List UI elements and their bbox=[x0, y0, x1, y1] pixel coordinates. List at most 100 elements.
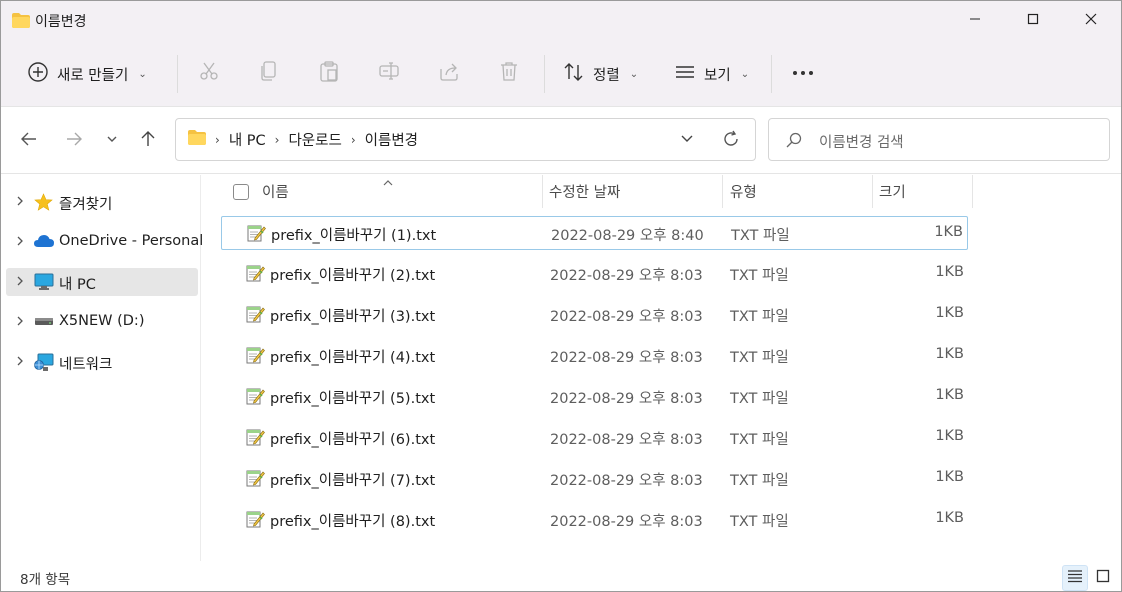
tiles-view-button[interactable] bbox=[1090, 565, 1116, 591]
sidebar-item-label: 즐겨찾기 bbox=[59, 197, 113, 213]
cut-button[interactable] bbox=[195, 59, 223, 87]
address-bar[interactable]: › 내 PC › 다운로드 › 이름변경 bbox=[175, 118, 756, 161]
file-size: 1KB bbox=[935, 510, 964, 526]
file-type: TXT 파일 bbox=[730, 473, 789, 489]
sidebar-item-onedrive[interactable]: OneDrive - Personal bbox=[6, 228, 203, 256]
navigation-bar: › 내 PC › 다운로드 › 이름변경 이름변경 검색 bbox=[1, 107, 1121, 174]
breadcrumb: › 내 PC › 다운로드 › 이름변경 bbox=[188, 119, 418, 160]
details-view-button[interactable] bbox=[1062, 565, 1088, 591]
breadcrumb-item[interactable]: 이름변경 bbox=[365, 129, 418, 150]
navigation-pane: 즐겨찾기 OneDrive - Personal 내 PC X5NEW (D:)… bbox=[1, 175, 203, 561]
view-list-icon bbox=[674, 61, 696, 87]
maximize-button[interactable] bbox=[1004, 1, 1062, 41]
file-row[interactable]: prefix_이름바꾸기 (2).txt 2022-08-29 오후 8:03 TX… bbox=[221, 257, 968, 291]
file-row[interactable]: prefix_이름바꾸기 (3).txt 2022-08-29 오후 8:03 TX… bbox=[221, 298, 968, 332]
recent-locations-button[interactable] bbox=[96, 125, 128, 157]
chevron-down-icon: ⌄ bbox=[629, 68, 639, 80]
file-row[interactable]: prefix_이름바꾸기 (1).txt 2022-08-29 오후 8:40 TX… bbox=[221, 216, 968, 250]
copy-button[interactable] bbox=[255, 59, 283, 87]
file-name: prefix_이름바꾸기 (2).txt bbox=[270, 268, 436, 284]
close-icon bbox=[1085, 13, 1097, 29]
search-placeholder: 이름변경 검색 bbox=[819, 135, 904, 151]
refresh-icon[interactable] bbox=[721, 129, 741, 153]
forward-button[interactable] bbox=[58, 125, 90, 157]
file-list: 이름 수정한 날짜 유형 크기 prefix_이름바꾸기 (1).txt 2022… bbox=[201, 175, 1121, 561]
chevron-right-icon[interactable] bbox=[14, 235, 26, 251]
maximize-icon bbox=[1027, 13, 1039, 29]
file-name: prefix_이름바꾸기 (7).txt bbox=[270, 473, 436, 489]
new-button[interactable]: 새로 만들기 ⌄ bbox=[27, 55, 147, 93]
paste-button[interactable] bbox=[315, 59, 343, 87]
more-button[interactable] bbox=[789, 59, 817, 87]
file-name: prefix_이름바꾸기 (3).txt bbox=[270, 309, 436, 325]
close-button[interactable] bbox=[1062, 1, 1120, 41]
column-header-type[interactable]: 유형 bbox=[730, 175, 757, 208]
file-size: 1KB bbox=[935, 428, 964, 444]
up-button[interactable] bbox=[132, 125, 164, 157]
file-row[interactable]: prefix_이름바꾸기 (7).txt 2022-08-29 오후 8:03 TX… bbox=[221, 462, 968, 496]
minimize-icon bbox=[969, 13, 981, 29]
file-size: 1KB bbox=[935, 305, 964, 321]
status-bar: 8개 항목 bbox=[1, 561, 1121, 591]
rename-icon bbox=[378, 60, 400, 86]
file-date: 2022-08-29 오후 8:40 bbox=[551, 228, 704, 244]
folder-icon bbox=[12, 13, 30, 32]
file-row[interactable]: prefix_이름바꾸기 (8).txt 2022-08-29 오후 8:03 TX… bbox=[221, 503, 968, 537]
rename-button[interactable] bbox=[375, 59, 403, 87]
column-header-name[interactable]: 이름 bbox=[262, 175, 289, 208]
tiles-view-icon bbox=[1096, 569, 1110, 587]
chevron-right-icon: › bbox=[350, 132, 356, 147]
address-dropdown-icon[interactable] bbox=[679, 130, 695, 150]
file-name: prefix_이름바꾸기 (4).txt bbox=[270, 350, 436, 366]
sidebar-item-label: 내 PC bbox=[59, 277, 96, 293]
file-size: 1KB bbox=[935, 469, 964, 485]
chevron-right-icon[interactable] bbox=[14, 355, 26, 371]
breadcrumb-item[interactable]: 다운로드 bbox=[288, 129, 341, 150]
text-file-icon bbox=[245, 468, 265, 492]
column-header-size[interactable]: 크기 bbox=[879, 175, 906, 208]
view-button[interactable]: 보기 ⌄ bbox=[674, 55, 749, 93]
sidebar-item-favorites[interactable]: 즐겨찾기 bbox=[6, 188, 198, 216]
back-button[interactable] bbox=[13, 125, 45, 157]
chevron-down-icon bbox=[106, 133, 118, 149]
drive-icon bbox=[34, 313, 54, 333]
file-row[interactable]: prefix_이름바꾸기 (5).txt 2022-08-29 오후 8:03 TX… bbox=[221, 380, 968, 414]
text-file-icon bbox=[245, 386, 265, 410]
sidebar-item-drive-d[interactable]: X5NEW (D:) bbox=[6, 308, 198, 336]
sidebar-item-label: OneDrive - Personal bbox=[59, 233, 204, 249]
chevron-right-icon[interactable] bbox=[14, 315, 26, 331]
file-row[interactable]: prefix_이름바꾸기 (6).txt 2022-08-29 오후 8:03 TX… bbox=[221, 421, 968, 455]
file-date: 2022-08-29 오후 8:03 bbox=[550, 514, 703, 530]
paste-icon bbox=[318, 60, 340, 86]
sort-icon bbox=[563, 61, 585, 87]
share-button[interactable] bbox=[435, 59, 463, 87]
sidebar-item-network[interactable]: 네트워크 bbox=[6, 348, 198, 376]
network-icon bbox=[34, 353, 54, 377]
file-name: prefix_이름바꾸기 (6).txt bbox=[270, 432, 436, 448]
sort-button[interactable]: 정렬 ⌄ bbox=[563, 55, 638, 93]
text-file-icon bbox=[245, 345, 265, 369]
file-type: TXT 파일 bbox=[730, 432, 789, 448]
search-box[interactable]: 이름변경 검색 bbox=[768, 118, 1110, 161]
file-name: prefix_이름바꾸기 (8).txt bbox=[270, 514, 436, 530]
minimize-button[interactable] bbox=[946, 1, 1004, 41]
text-file-icon bbox=[246, 223, 266, 247]
item-count: 8개 항목 bbox=[20, 572, 71, 588]
delete-button[interactable] bbox=[495, 59, 523, 87]
file-size: 1KB bbox=[935, 264, 964, 280]
column-header-date[interactable]: 수정한 날짜 bbox=[549, 175, 620, 208]
file-date: 2022-08-29 오후 8:03 bbox=[550, 350, 703, 366]
chevron-right-icon[interactable] bbox=[14, 275, 26, 291]
file-type: TXT 파일 bbox=[730, 514, 789, 530]
select-all-checkbox[interactable] bbox=[233, 184, 249, 200]
file-date: 2022-08-29 오후 8:03 bbox=[550, 309, 703, 325]
copy-icon bbox=[258, 60, 280, 86]
chevron-right-icon[interactable] bbox=[14, 195, 26, 211]
breadcrumb-item[interactable]: 내 PC bbox=[229, 129, 266, 150]
more-icon bbox=[791, 65, 815, 81]
text-file-icon bbox=[245, 509, 265, 533]
file-row[interactable]: prefix_이름바꾸기 (4).txt 2022-08-29 오후 8:03 TX… bbox=[221, 339, 968, 373]
file-size: 1KB bbox=[934, 224, 963, 240]
sidebar-item-this-pc[interactable]: 내 PC bbox=[6, 268, 198, 296]
file-type: TXT 파일 bbox=[730, 268, 789, 284]
